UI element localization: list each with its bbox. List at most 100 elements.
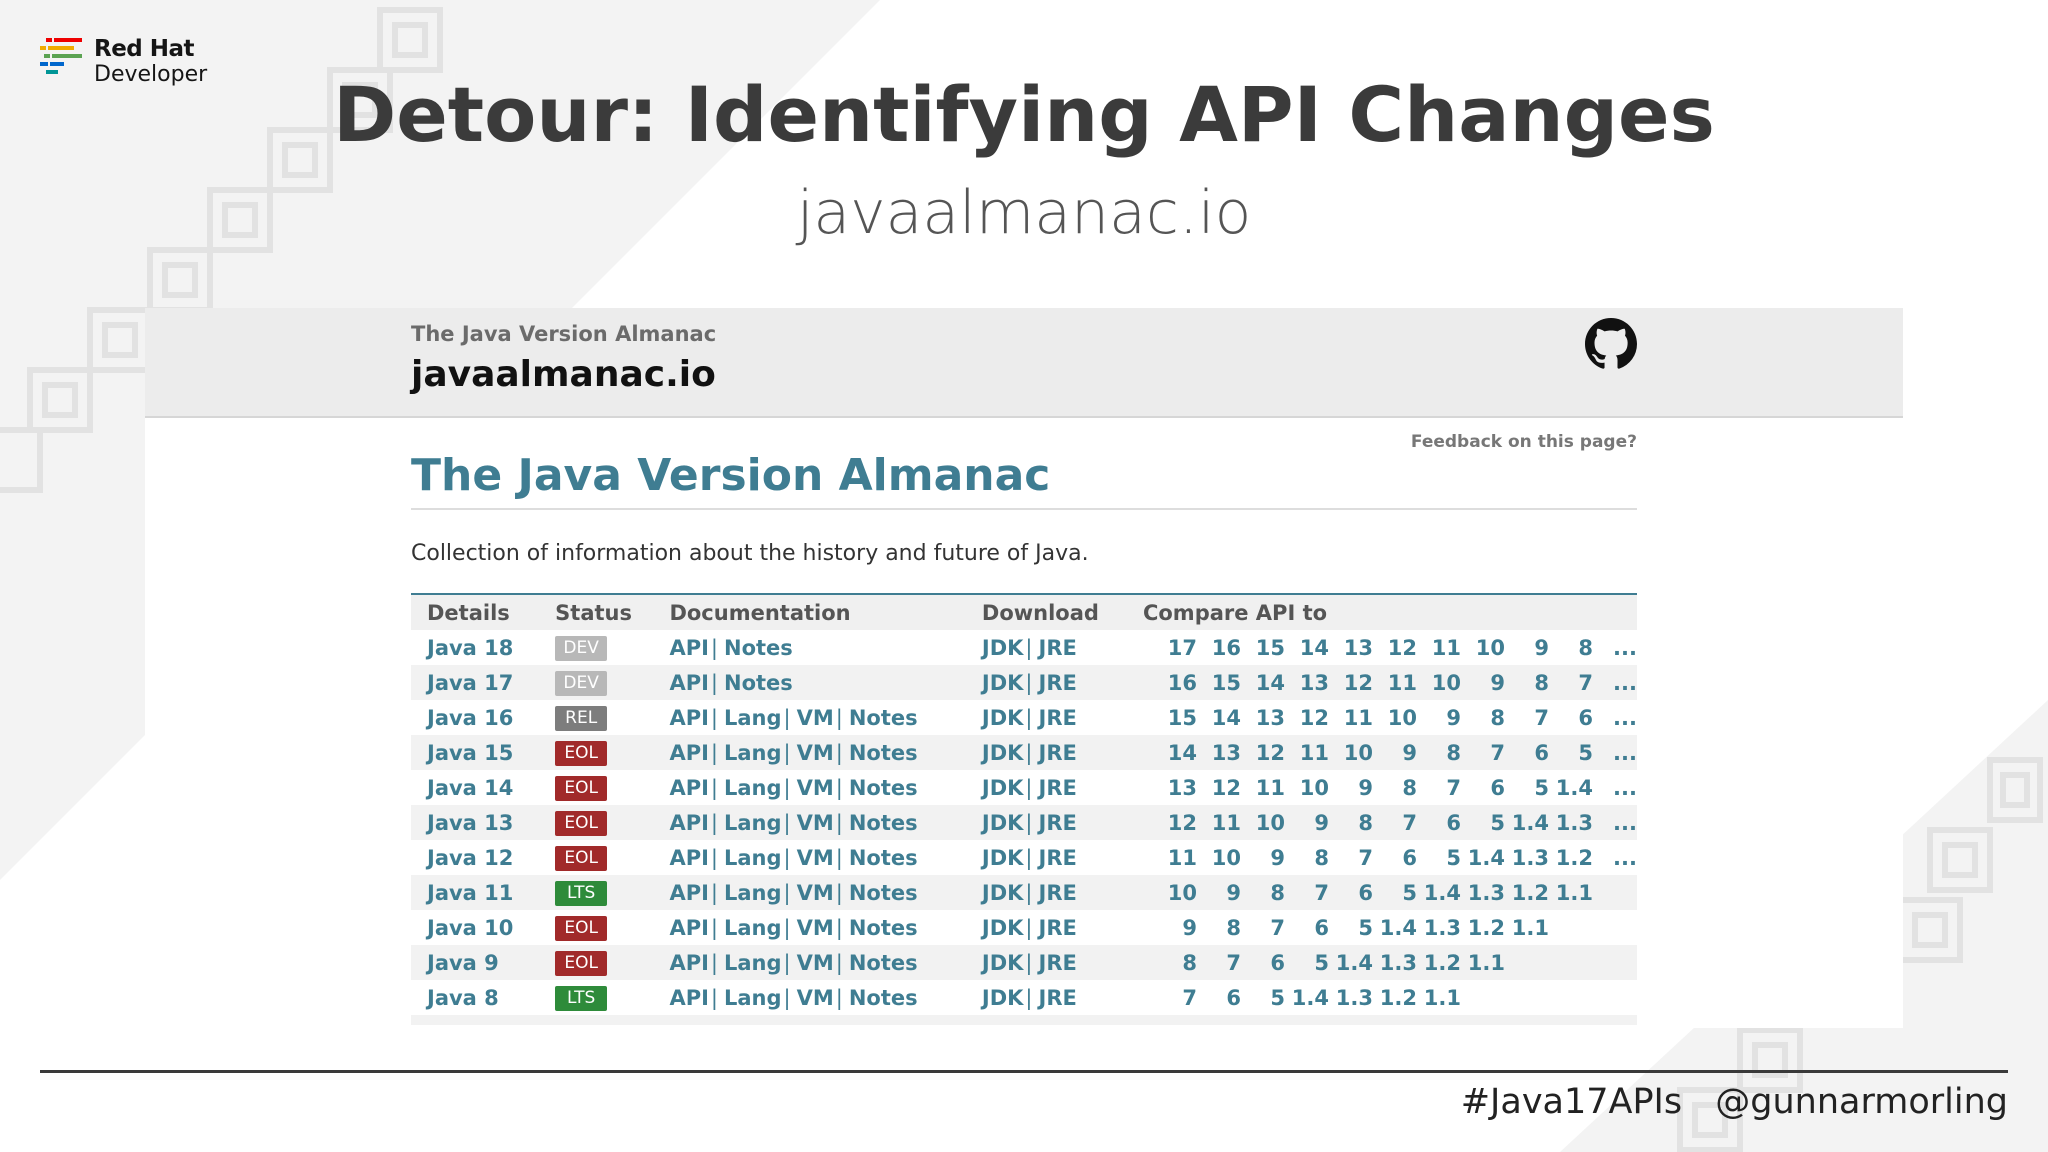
compare-link[interactable]: 13: [1285, 671, 1329, 695]
compare-link[interactable]: 1.1: [1505, 916, 1549, 940]
doc-link-notes[interactable]: Notes: [849, 776, 918, 800]
doc-link-notes[interactable]: Notes: [724, 671, 793, 695]
version-link[interactable]: Java 14: [427, 776, 513, 800]
compare-link[interactable]: 1.4: [1417, 881, 1461, 905]
doc-link-lang[interactable]: Lang: [724, 811, 782, 835]
version-link[interactable]: Java 11: [427, 881, 513, 905]
compare-link[interactable]: 10: [1241, 811, 1285, 835]
doc-link-vm[interactable]: VM: [797, 986, 834, 1010]
doc-link-api[interactable]: API: [669, 706, 708, 730]
compare-link[interactable]: 9: [1241, 846, 1285, 870]
compare-link[interactable]: 1.4: [1329, 951, 1373, 975]
compare-link[interactable]: 6: [1373, 846, 1417, 870]
version-link[interactable]: Java 12: [427, 846, 513, 870]
compare-more-link[interactable]: ...: [1593, 706, 1637, 730]
doc-link-lang[interactable]: Lang: [724, 916, 782, 940]
compare-link[interactable]: 11: [1373, 671, 1417, 695]
compare-link[interactable]: 9: [1153, 916, 1197, 940]
compare-link[interactable]: 1.4: [1373, 916, 1417, 940]
compare-link[interactable]: 8: [1241, 881, 1285, 905]
version-link[interactable]: Java 18: [427, 636, 513, 660]
doc-link-vm[interactable]: VM: [797, 916, 834, 940]
compare-link[interactable]: 7: [1549, 671, 1593, 695]
compare-link[interactable]: 5: [1417, 846, 1461, 870]
download-link-jdk[interactable]: JDK: [982, 741, 1024, 765]
doc-link-lang[interactable]: Lang: [724, 776, 782, 800]
download-link-jre[interactable]: JRE: [1039, 951, 1077, 975]
doc-link-vm[interactable]: VM: [797, 846, 834, 870]
compare-link[interactable]: 14: [1241, 671, 1285, 695]
compare-link[interactable]: 7: [1285, 881, 1329, 905]
compare-link[interactable]: 8: [1417, 741, 1461, 765]
doc-link-lang[interactable]: Lang: [724, 881, 782, 905]
compare-link[interactable]: 17: [1153, 636, 1197, 660]
doc-link-vm[interactable]: VM: [797, 741, 834, 765]
compare-link[interactable]: 1.3: [1549, 811, 1593, 835]
github-icon[interactable]: [1585, 318, 1637, 370]
doc-link-vm[interactable]: VM: [797, 706, 834, 730]
compare-link[interactable]: 7: [1505, 706, 1549, 730]
doc-link-api[interactable]: API: [669, 636, 708, 660]
download-link-jdk[interactable]: JDK: [982, 916, 1024, 940]
compare-link[interactable]: 8: [1197, 916, 1241, 940]
compare-link[interactable]: 8: [1153, 951, 1197, 975]
compare-link[interactable]: 8: [1505, 671, 1549, 695]
compare-link[interactable]: 1.3: [1461, 881, 1505, 905]
download-link-jre[interactable]: JRE: [1039, 846, 1077, 870]
download-link-jdk[interactable]: JDK: [982, 636, 1024, 660]
compare-more-link[interactable]: ...: [1593, 811, 1637, 835]
compare-link[interactable]: 5: [1549, 741, 1593, 765]
compare-link[interactable]: 11: [1417, 636, 1461, 660]
doc-link-lang[interactable]: Lang: [724, 741, 782, 765]
compare-link[interactable]: 5: [1285, 951, 1329, 975]
doc-link-api[interactable]: API: [669, 846, 708, 870]
compare-link[interactable]: 14: [1197, 706, 1241, 730]
download-link-jdk[interactable]: JDK: [982, 846, 1024, 870]
download-link-jre[interactable]: JRE: [1039, 916, 1077, 940]
compare-link[interactable]: 6: [1285, 916, 1329, 940]
doc-link-api[interactable]: API: [669, 811, 708, 835]
download-link-jre[interactable]: JRE: [1039, 706, 1077, 730]
compare-link[interactable]: 1.1: [1549, 881, 1593, 905]
version-link[interactable]: Java 8: [427, 986, 499, 1010]
compare-link[interactable]: 6: [1241, 951, 1285, 975]
doc-link-notes[interactable]: Notes: [849, 811, 918, 835]
doc-link-notes[interactable]: Notes: [849, 741, 918, 765]
compare-link[interactable]: 10: [1373, 706, 1417, 730]
compare-link[interactable]: 5: [1461, 811, 1505, 835]
compare-link[interactable]: 10: [1329, 741, 1373, 765]
compare-link[interactable]: 7: [1197, 951, 1241, 975]
compare-link[interactable]: 12: [1153, 811, 1197, 835]
compare-link[interactable]: 11: [1197, 811, 1241, 835]
doc-link-notes[interactable]: Notes: [849, 916, 918, 940]
compare-link[interactable]: 1.4: [1549, 776, 1593, 800]
compare-link[interactable]: 10: [1285, 776, 1329, 800]
doc-link-notes[interactable]: Notes: [849, 881, 918, 905]
download-link-jdk[interactable]: JDK: [982, 951, 1024, 975]
compare-link[interactable]: 9: [1505, 636, 1549, 660]
compare-link[interactable]: 7: [1461, 741, 1505, 765]
version-link[interactable]: Java 17: [427, 671, 513, 695]
download-link-jdk[interactable]: JDK: [982, 776, 1024, 800]
download-link-jre[interactable]: JRE: [1039, 881, 1077, 905]
compare-link[interactable]: 7: [1373, 811, 1417, 835]
compare-link[interactable]: 13: [1153, 776, 1197, 800]
compare-link[interactable]: 5: [1241, 986, 1285, 1010]
compare-link[interactable]: 16: [1153, 671, 1197, 695]
compare-link[interactable]: 12: [1329, 671, 1373, 695]
download-link-jre[interactable]: JRE: [1039, 811, 1077, 835]
compare-link[interactable]: 15: [1153, 706, 1197, 730]
compare-link[interactable]: 9: [1461, 671, 1505, 695]
doc-link-api[interactable]: API: [669, 741, 708, 765]
compare-link[interactable]: 14: [1153, 741, 1197, 765]
compare-link[interactable]: 1.4: [1461, 846, 1505, 870]
compare-link[interactable]: 6: [1329, 881, 1373, 905]
compare-link[interactable]: 15: [1241, 636, 1285, 660]
compare-link[interactable]: 1.2: [1505, 881, 1549, 905]
download-link-jre[interactable]: JRE: [1039, 776, 1077, 800]
compare-link[interactable]: 1.1: [1461, 951, 1505, 975]
compare-link[interactable]: 7: [1417, 776, 1461, 800]
version-link[interactable]: Java 9: [427, 951, 499, 975]
compare-link[interactable]: 13: [1197, 741, 1241, 765]
download-link-jdk[interactable]: JDK: [982, 881, 1024, 905]
